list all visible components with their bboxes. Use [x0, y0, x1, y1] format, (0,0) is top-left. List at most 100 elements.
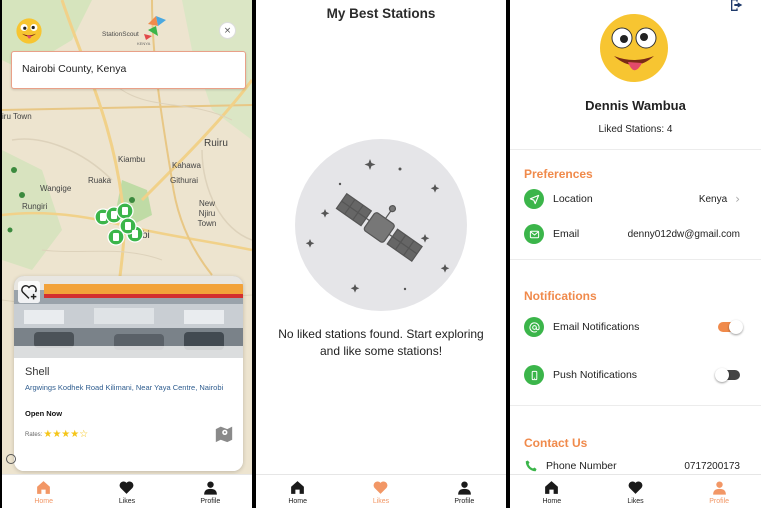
- phone-value: 0717200173: [684, 460, 740, 472]
- nav-profile-label: Profile: [200, 497, 221, 505]
- nav-profile[interactable]: Profile: [180, 479, 240, 505]
- close-icon: ×: [223, 25, 232, 36]
- profile-screen: Dennis Wambua Liked Stations: 4 Preferen…: [510, 0, 761, 508]
- star-filled-icon: ★: [70, 429, 80, 440]
- station-card[interactable]: Shell Argwings Kodhek Road Kilimani, Nea…: [14, 276, 243, 471]
- push-notifications-label: Push Notifications: [553, 369, 638, 381]
- nav-likes-label: Likes: [118, 497, 136, 505]
- station-photo: [14, 276, 243, 358]
- map-place-label: Kiambu: [118, 155, 146, 164]
- push-notifications-row: Push Notifications: [524, 364, 740, 386]
- star-empty-icon: ☆: [79, 429, 89, 440]
- divider: [510, 149, 761, 150]
- locate-icon[interactable]: [6, 454, 16, 464]
- likes-screen: My Best Stations No liked stations found…: [256, 0, 506, 508]
- email-notifications-row: Email Notifications: [524, 316, 743, 338]
- heart-plus-icon[interactable]: [18, 281, 40, 303]
- empty-state-message: No liked stations found. Start exploring…: [278, 327, 484, 358]
- location-arrow-icon: [524, 189, 544, 209]
- preferences-title: Preferences: [524, 167, 593, 181]
- station-address[interactable]: Argwings Kodhek Road Kilimani, Near Yaya…: [25, 383, 225, 393]
- nav-home-label: Home: [542, 497, 562, 505]
- star-filled-icon: ★: [61, 429, 71, 440]
- heart-icon: [120, 480, 134, 494]
- heart-icon: [374, 480, 388, 494]
- liked-stations-count: Liked Stations: 4: [598, 124, 673, 135]
- email-notifications-toggle[interactable]: [718, 320, 743, 334]
- nav-likes-label: Likes: [372, 497, 390, 505]
- page-title: My Best Stations: [326, 6, 436, 21]
- map-place-label: Ruiru: [204, 138, 228, 149]
- nav-profile-label: Profile: [709, 497, 730, 505]
- map-place-label: iru Town: [2, 112, 32, 121]
- map-place-label: New Njiru Town: [197, 199, 217, 228]
- bottom-nav: Home Likes Profile: [256, 474, 506, 508]
- station-name: Shell: [25, 366, 50, 378]
- notifications-title: Notifications: [524, 289, 597, 303]
- toggle-knob: [715, 368, 729, 382]
- person-icon: [203, 480, 217, 495]
- contact-title: Contact Us: [524, 436, 588, 450]
- map-place-label: Kahawa: [172, 161, 201, 170]
- email-notifications-label: Email Notifications: [553, 321, 640, 333]
- envelope-icon: [524, 224, 544, 244]
- person-icon: [712, 480, 726, 495]
- profile-name: Dennis Wambua: [585, 98, 686, 113]
- map-screen: iru Town Ruiru Kiambu Kahawa Githurai Ru…: [2, 0, 252, 508]
- brand-name: StationScout: [102, 31, 139, 38]
- nav-profile[interactable]: Profile: [689, 479, 749, 505]
- phone-label: Phone Number: [546, 460, 617, 472]
- nav-likes[interactable]: Likes: [97, 479, 157, 505]
- logout-icon[interactable]: [729, 0, 745, 13]
- at-icon: [524, 317, 544, 337]
- nav-home[interactable]: Home: [268, 479, 328, 505]
- email-value: denny012dw@gmail.com: [627, 228, 740, 240]
- toggle-knob: [729, 320, 743, 334]
- home-icon: [291, 480, 305, 494]
- map-place-label: Githurai: [170, 176, 199, 185]
- star-filled-icon: ★: [52, 429, 62, 440]
- station-rating: Rates: ★★★★☆: [25, 430, 88, 440]
- map-place-label: Ruaka: [88, 176, 112, 185]
- push-notifications-toggle[interactable]: [715, 368, 740, 382]
- bottom-nav: Home Likes Profile: [2, 474, 252, 508]
- station-status: Open Now: [25, 409, 63, 418]
- map-place-label: Wangige: [40, 184, 72, 193]
- rating-label: Rates:: [25, 432, 43, 438]
- brand-tagline: KENYA: [137, 41, 151, 46]
- location-search-input[interactable]: Nairobi County, Kenya: [11, 51, 246, 89]
- divider: [510, 259, 761, 260]
- map-place-label: Rungiri: [22, 202, 48, 211]
- nav-likes[interactable]: Likes: [605, 479, 665, 505]
- nav-home[interactable]: Home: [14, 479, 74, 505]
- divider: [510, 405, 761, 406]
- nav-likes-label: Likes: [627, 497, 644, 505]
- nav-profile-label: Profile: [454, 497, 475, 505]
- chevron-right-icon: ›: [735, 192, 740, 206]
- nav-likes[interactable]: Likes: [351, 479, 411, 505]
- person-icon: [457, 480, 471, 495]
- email-label: Email: [553, 228, 580, 240]
- location-label: Location: [553, 193, 593, 205]
- heart-icon: [628, 480, 643, 494]
- home-icon: [545, 480, 559, 494]
- nav-home-label: Home: [34, 497, 53, 505]
- star-filled-icon: ★: [43, 429, 53, 440]
- phone-icon: [525, 460, 537, 472]
- nav-profile[interactable]: Profile: [434, 479, 494, 505]
- station-card-body: Shell Argwings Kodhek Road Kilimani, Nea…: [14, 358, 243, 471]
- map-icon[interactable]: [214, 425, 234, 443]
- smartphone-icon: [524, 365, 544, 385]
- home-icon: [37, 480, 51, 494]
- nav-home-label: Home: [288, 497, 307, 505]
- rating-stars: ★★★★☆: [43, 430, 88, 440]
- profile-avatar-icon[interactable]: [598, 12, 670, 84]
- station-markers[interactable]: [92, 198, 152, 254]
- email-row[interactable]: Email denny012dw@gmail.com: [524, 223, 740, 245]
- location-row[interactable]: Location Kenya ›: [524, 188, 740, 210]
- nav-home[interactable]: Home: [522, 479, 582, 505]
- close-button[interactable]: ×: [219, 22, 236, 39]
- bottom-nav: Home Likes Profile: [510, 474, 761, 508]
- location-value: Kenya: [698, 193, 728, 205]
- user-avatar-icon[interactable]: [15, 17, 43, 45]
